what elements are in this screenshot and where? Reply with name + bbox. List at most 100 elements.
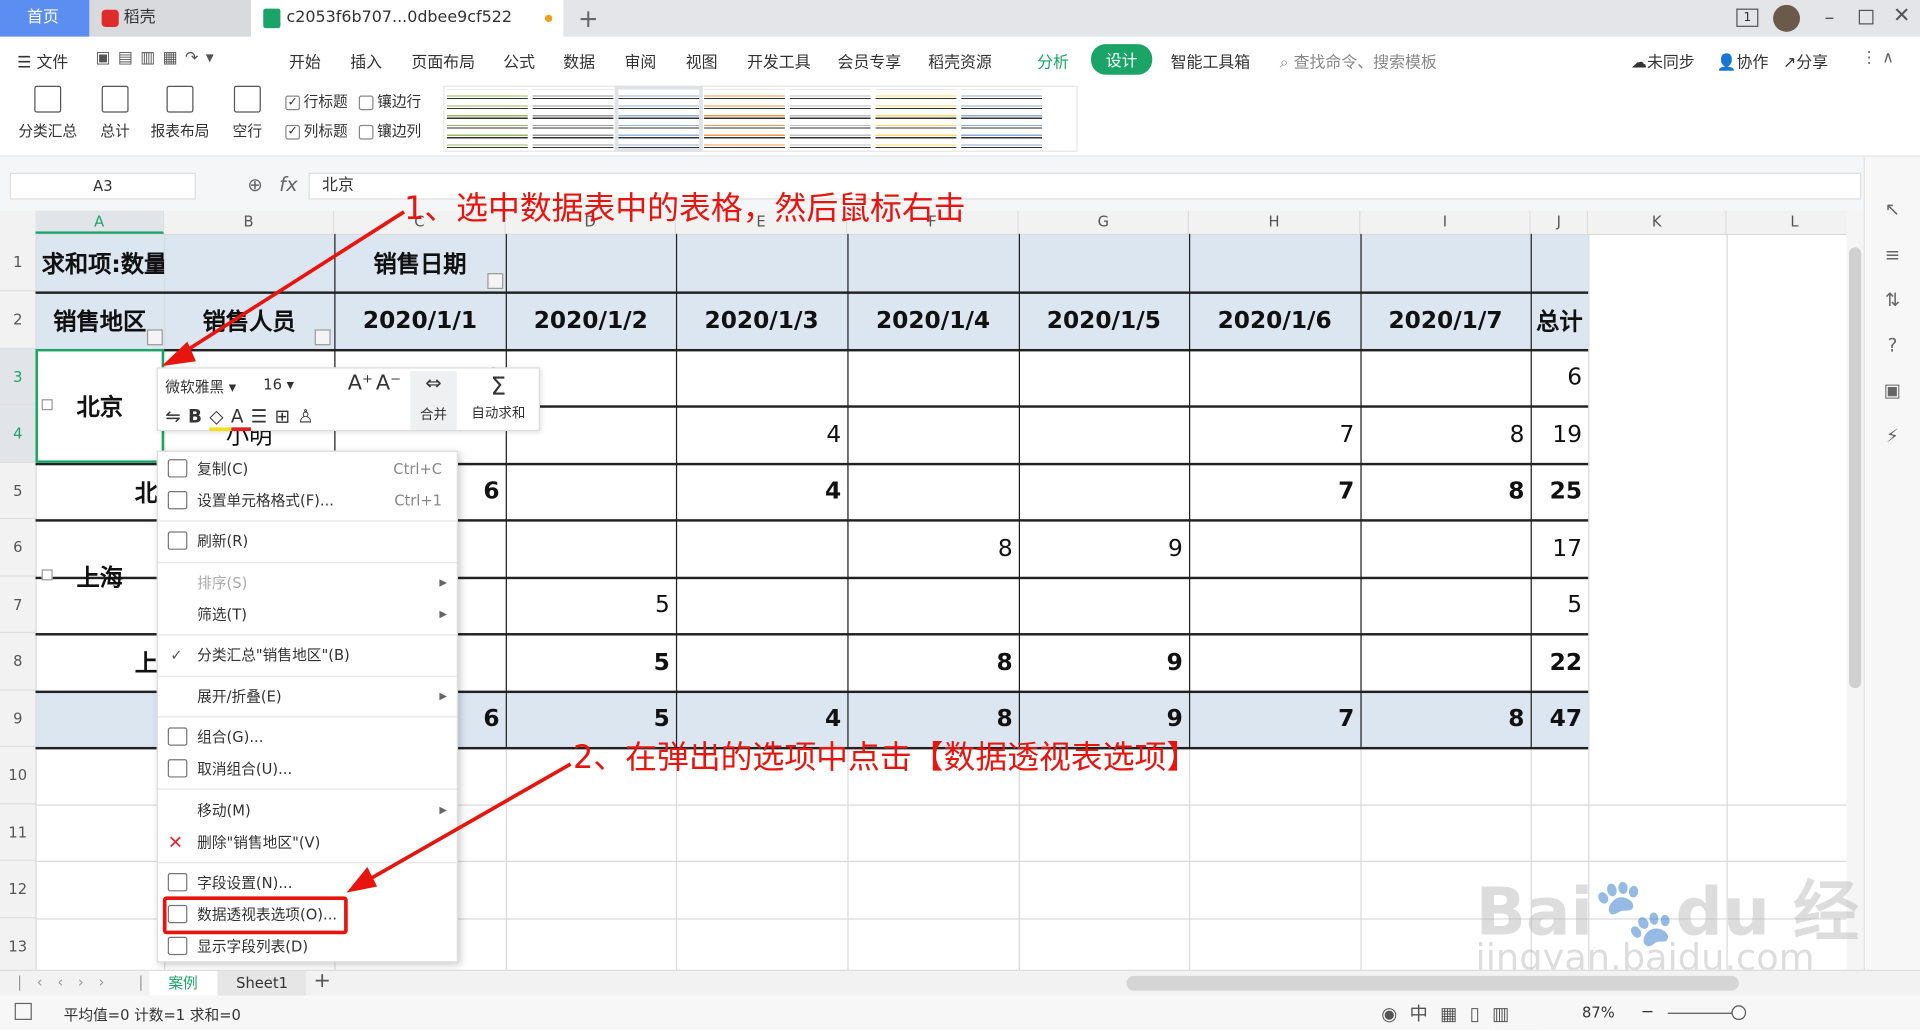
filter-dropdown-icon[interactable] [487, 273, 504, 289]
pivot-cell[interactable]: 销售人员 [164, 291, 334, 349]
pivot-cell[interactable]: 2020/1/6 [1189, 291, 1360, 349]
column-header-I[interactable]: I [1360, 210, 1531, 234]
wrap-icon[interactable]: ⇋ [165, 405, 188, 427]
collapse-toggle-icon[interactable] [41, 569, 53, 581]
pivot-cell[interactable]: 8 [1360, 405, 1530, 463]
pivot-cell[interactable]: 8 [847, 633, 1018, 691]
menu-format-cells[interactable]: 设置单元格格式(F)... Ctrl+1 [158, 486, 457, 515]
column-header-H[interactable]: H [1188, 210, 1361, 234]
row-header-11[interactable]: 11 [0, 804, 36, 861]
pivot-cell[interactable]: 5 [506, 577, 676, 633]
pivot-cell[interactable]: 4 [676, 405, 847, 463]
pivot-cell[interactable]: 4 [676, 463, 847, 519]
menu-copy[interactable]: 复制(C) Ctrl+C [158, 454, 457, 483]
pivot-cell-shanghai[interactable]: 上海 [36, 519, 165, 633]
row-header-13[interactable]: 13 [0, 918, 36, 975]
view-mode-icons[interactable]: ◉中▦▯▥ [1381, 1000, 1522, 1026]
menu-sort[interactable]: 排序(S) ▶ [158, 568, 457, 597]
fill-color-icon[interactable]: ◇ [209, 405, 231, 432]
column-header-J[interactable]: J [1530, 210, 1589, 234]
menu-subtotal[interactable]: ✓ 分类汇总"销售地区"(B) [158, 640, 457, 669]
pivot-cell[interactable]: 2020/1/5 [1019, 291, 1189, 349]
pivot-cell[interactable]: 2020/1/3 [676, 291, 847, 349]
column-header-L[interactable]: L [1726, 210, 1864, 234]
menu-group[interactable]: 组合(G)... [158, 722, 457, 751]
row-header-4[interactable]: 4 [0, 405, 36, 463]
pivot-cell[interactable]: 2020/1/1 [334, 291, 505, 349]
menu-move[interactable]: 移动(M) ▶ [158, 796, 457, 825]
row-header-6[interactable]: 6 [0, 519, 36, 577]
page-break-icon[interactable]: ▥ [1492, 1003, 1522, 1025]
font-color-icon[interactable]: A [230, 405, 251, 432]
row-header-3[interactable]: 3 [0, 348, 36, 406]
menu-ungroup[interactable]: 取消组合(U)... [158, 754, 457, 783]
help-icon[interactable]: ? [1865, 323, 1920, 368]
pivot-cell[interactable]: 8 [1360, 463, 1530, 519]
pivot-cell[interactable]: 7 [1189, 463, 1360, 519]
normal-view-icon[interactable]: ▦ [1440, 1003, 1470, 1025]
menu-show-field-list[interactable]: 显示字段列表(D) [158, 932, 457, 961]
menu-refresh[interactable]: 刷新(R) [158, 527, 457, 556]
pivot-cell[interactable]: 17 [1531, 519, 1589, 577]
pivot-cell[interactable]: 19 [1531, 405, 1589, 463]
autosum-button[interactable]: Σ 自动求和 [462, 371, 535, 422]
column-header-K[interactable]: K [1588, 210, 1727, 234]
sheet-nav-buttons[interactable]: |‹‹›› | [17, 973, 158, 990]
pivot-cell[interactable]: 7 [1189, 691, 1360, 747]
row-header-7[interactable]: 7 [0, 576, 36, 634]
pivot-cell-beijing[interactable]: 北京 [35, 348, 165, 463]
pivot-cell[interactable]: 销售地区 [36, 291, 165, 349]
menu-expand-collapse[interactable]: 展开/折叠(E) ▶ [158, 682, 457, 711]
row-header-9[interactable]: 9 [0, 690, 36, 747]
zoom-slider[interactable] [1667, 1012, 1742, 1014]
pivot-cell[interactable]: 2020/1/4 [847, 291, 1018, 349]
menu-field-settings[interactable]: 字段设置(N)... [158, 868, 457, 897]
pivot-cell[interactable]: 7 [1189, 405, 1360, 463]
row-header-10[interactable]: 10 [0, 746, 36, 805]
menu-delete-field[interactable]: ✕ 删除"销售地区"(V) [158, 828, 457, 857]
filter-dropdown-icon[interactable] [314, 329, 331, 346]
format-painter-icon[interactable]: ♙ [297, 405, 321, 427]
cell-mode-icon[interactable] [14, 1002, 32, 1021]
zoom-level[interactable]: 87% [1582, 1004, 1615, 1021]
select-icon[interactable]: ↖ [1865, 187, 1920, 232]
menu-filter[interactable]: 筛选(T) ▶ [158, 600, 457, 629]
pivot-cell[interactable]: 22 [1531, 633, 1589, 691]
pivot-cell[interactable]: 25 [1531, 463, 1589, 519]
font-decrease-icon[interactable]: A⁻ [376, 371, 401, 395]
image-icon[interactable]: ▣ [1865, 369, 1920, 414]
collapse-toggle-icon[interactable] [41, 399, 53, 411]
column-header-B[interactable]: B [164, 210, 335, 234]
input-method-icon[interactable]: 中 [1410, 1003, 1441, 1025]
border-icon[interactable]: ⊞ [275, 405, 298, 427]
pivot-cell[interactable]: 9 [1019, 519, 1189, 577]
align-icon[interactable]: ☰ [251, 405, 275, 427]
row-header-8[interactable]: 8 [0, 633, 36, 691]
vertical-scrollbar[interactable] [1846, 210, 1864, 970]
row-header-1[interactable]: 1 [0, 233, 36, 292]
filter-dropdown-icon[interactable] [146, 329, 163, 346]
pivot-cell[interactable]: 2020/1/7 [1360, 291, 1530, 349]
pivot-cell[interactable]: 求和项:数量 [36, 234, 164, 292]
share-icon[interactable]: ⚡ [1865, 414, 1920, 459]
column-header-G[interactable]: G [1018, 210, 1189, 234]
pivot-cell[interactable]: 6 [1531, 349, 1589, 405]
font-size-select[interactable]: 16 ▾ [263, 376, 339, 393]
column-header-A[interactable]: A [35, 210, 165, 234]
format-buttons[interactable]: ⇋B◇A☰⊞♙ [165, 405, 321, 432]
row-header-2[interactable]: 2 [0, 291, 36, 349]
sheet-tab-case[interactable]: 案例 [149, 971, 217, 996]
font-select[interactable]: 微软雅黑 ▾ [165, 376, 263, 397]
merge-button[interactable]: ⇔ 合并 [410, 371, 457, 430]
pivot-cell[interactable]: 8 [1360, 691, 1530, 747]
pivot-cell[interactable]: 总计 [1531, 291, 1589, 349]
pivot-cell[interactable]: 2020/1/2 [506, 291, 676, 349]
pivot-cell[interactable]: 8 [847, 519, 1018, 577]
pivot-icon[interactable]: ⇅ [1865, 278, 1920, 323]
zoom-slider-handle[interactable] [1731, 1005, 1747, 1021]
select-all-corner[interactable] [0, 210, 36, 234]
page-view-icon[interactable]: ▯ [1470, 1003, 1492, 1025]
sheet-tab-sheet1[interactable]: Sheet1 [217, 971, 307, 996]
add-sheet-button[interactable]: + [313, 969, 330, 993]
settings-sliders-icon[interactable]: ≡ [1865, 233, 1920, 278]
